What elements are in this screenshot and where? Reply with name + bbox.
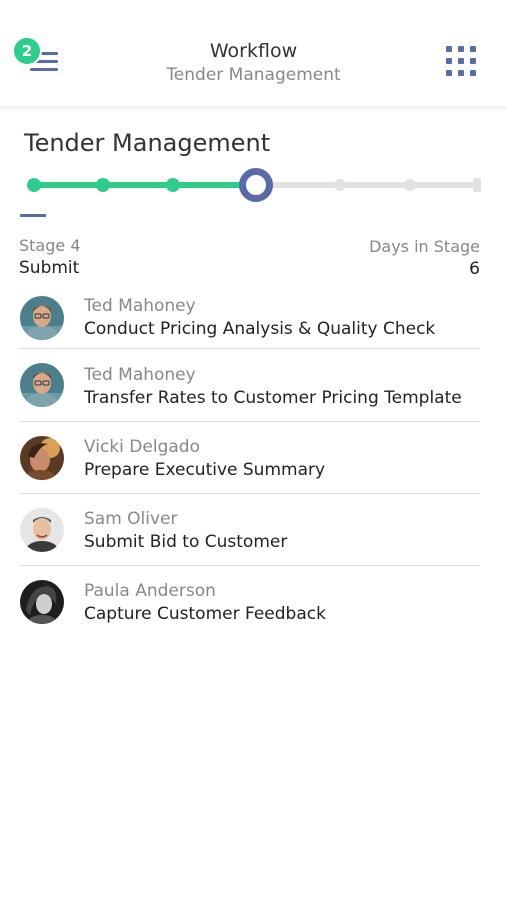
progress-track-done bbox=[34, 182, 256, 188]
grid-dot bbox=[458, 46, 464, 52]
step-1-dot[interactable] bbox=[27, 178, 41, 192]
avatar bbox=[20, 580, 64, 624]
step-4-current-dot[interactable] bbox=[239, 168, 273, 202]
task-list-item[interactable]: Ted Mahoney Conduct Pricing Analysis & Q… bbox=[19, 285, 480, 349]
grid-dot bbox=[446, 70, 452, 76]
step-5-dot[interactable] bbox=[334, 179, 346, 191]
task-assignee: Ted Mahoney bbox=[84, 296, 196, 316]
task-title: Submit Bid to Customer bbox=[84, 532, 288, 552]
avatar bbox=[20, 363, 64, 407]
grid-dot bbox=[446, 58, 452, 64]
task-assignee: Paula Anderson bbox=[84, 581, 216, 601]
task-list-item[interactable]: Sam Oliver Submit Bid to Customer bbox=[19, 494, 480, 566]
task-list-item[interactable]: Paula Anderson Capture Customer Feedback bbox=[19, 566, 480, 636]
grid-dot bbox=[470, 46, 476, 52]
task-title: Capture Customer Feedback bbox=[84, 604, 326, 624]
grid-dot bbox=[470, 58, 476, 64]
task-assignee: Sam Oliver bbox=[84, 509, 178, 529]
avatar bbox=[20, 508, 64, 552]
task-assignee: Ted Mahoney bbox=[84, 365, 196, 385]
avatar bbox=[20, 436, 64, 480]
grid-dot bbox=[458, 70, 464, 76]
step-7-dot[interactable] bbox=[473, 178, 481, 192]
task-assignee: Vicki Delgado bbox=[84, 437, 200, 457]
app-header: 2 Workflow Tender Management bbox=[0, 0, 507, 106]
task-title: Conduct Pricing Analysis & Quality Check bbox=[84, 319, 436, 339]
header-subtitle: Tender Management bbox=[166, 65, 341, 85]
grid-dot bbox=[458, 58, 464, 64]
page-title: Tender Management bbox=[24, 129, 271, 157]
grid-dot bbox=[446, 46, 452, 52]
header-title: Workflow bbox=[209, 40, 298, 62]
days-in-stage-label: Days in Stage bbox=[369, 237, 480, 256]
progress-track-remaining bbox=[256, 182, 480, 188]
stage-name: Submit bbox=[19, 258, 80, 278]
task-list-item[interactable]: Ted Mahoney Transfer Rates to Customer P… bbox=[19, 349, 480, 422]
stage-indicator-line bbox=[20, 214, 46, 217]
app-screen: 2 Workflow Tender Management Tender Mana… bbox=[0, 0, 507, 900]
days-in-stage-value: 6 bbox=[469, 259, 480, 279]
grid-apps-icon[interactable] bbox=[446, 46, 478, 78]
stage-number: Stage 4 bbox=[19, 236, 81, 255]
grid-dot bbox=[470, 70, 476, 76]
avatar bbox=[20, 296, 64, 340]
task-list-item[interactable]: Vicki Delgado Prepare Executive Summary bbox=[19, 422, 480, 494]
step-3-dot[interactable] bbox=[166, 178, 180, 192]
task-title: Prepare Executive Summary bbox=[84, 460, 326, 480]
task-title: Transfer Rates to Customer Pricing Templ… bbox=[84, 388, 462, 408]
step-6-dot[interactable] bbox=[404, 179, 416, 191]
step-2-dot[interactable] bbox=[96, 178, 110, 192]
notification-badge[interactable]: 2 bbox=[14, 38, 40, 64]
stage-progress-stepper bbox=[24, 168, 484, 202]
task-list: Ted Mahoney Conduct Pricing Analysis & Q… bbox=[19, 285, 480, 636]
